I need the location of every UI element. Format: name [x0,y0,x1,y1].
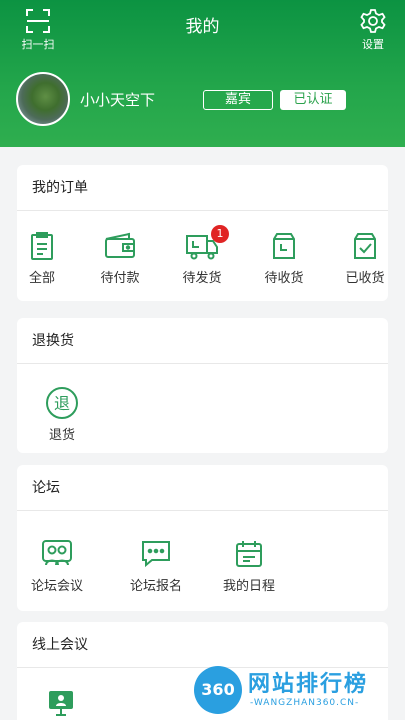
return-icon: 退 [46,387,78,419]
order-all-item[interactable]: 全部 [7,231,77,286]
order-to-receive-label: 待收货 [264,271,304,286]
calendar-icon [236,541,262,567]
profile-header: 扫一扫 我的 设置 小小天空下 嘉宾 已认证 [0,0,405,147]
forum-signup-item[interactable]: 论坛报名 [121,539,191,594]
clipboard-icon [31,232,53,260]
online-meeting-item[interactable] [26,688,96,718]
avatar[interactable] [16,72,70,126]
order-to-receive-item[interactable]: 待收货 [249,231,319,286]
order-all-label: 全部 [28,271,55,286]
my-schedule-label: 我的日程 [222,579,275,594]
order-received-item[interactable]: 已收货 [330,231,400,286]
forum-meeting-item[interactable]: 论坛会议 [22,539,92,594]
wallet-icon [105,232,135,258]
watermark-url: -WANGZHAN360.CN- [250,698,360,708]
returns-card: 退换货 退 退货 [17,318,388,453]
watermark-logo: 360 [194,666,242,714]
page-title: 我的 [185,17,220,37]
order-received-label: 已收货 [345,271,385,286]
username: 小小天空下 [80,91,156,109]
package-icon [273,233,295,259]
orders-title: 我的订单 [17,165,388,211]
watermark-name: 网站排行榜 [248,672,369,697]
forum-title: 论坛 [17,465,388,511]
return-item[interactable]: 退 退货 [27,386,97,443]
verified-badge: 已认证 [280,90,346,110]
order-to-ship-label: 待发货 [182,271,222,286]
orders-card: 我的订单 全部 待付款 1 待发货 待收货 已收货 [17,165,388,301]
watermark: 360 网站排行榜 -WANGZHAN360.CN- [194,662,399,716]
notification-badge: 1 [211,225,229,243]
forum-signup-label: 论坛报名 [129,579,182,594]
settings-button[interactable]: 设置 [355,8,391,52]
gear-icon [360,9,386,33]
presentation-icon [49,691,73,716]
order-unpaid-item[interactable]: 待付款 [85,231,155,286]
returns-title: 退换货 [17,318,388,364]
chat-icon [142,541,170,568]
order-to-ship-item[interactable]: 1 待发货 [167,225,237,286]
group-icon [42,540,72,566]
return-glyph: 退 [54,394,70,413]
return-label: 退货 [48,428,75,443]
forum-meeting-label: 论坛会议 [30,579,83,594]
scan-label: 扫一扫 [21,38,55,51]
settings-label: 设置 [362,38,384,51]
order-unpaid-label: 待付款 [100,271,140,286]
box-check-icon [354,233,376,259]
role-badge: 嘉宾 [203,90,273,110]
forum-card: 论坛 论坛会议 论坛报名 我的日程 [17,465,388,611]
my-schedule-item[interactable]: 我的日程 [214,539,284,594]
